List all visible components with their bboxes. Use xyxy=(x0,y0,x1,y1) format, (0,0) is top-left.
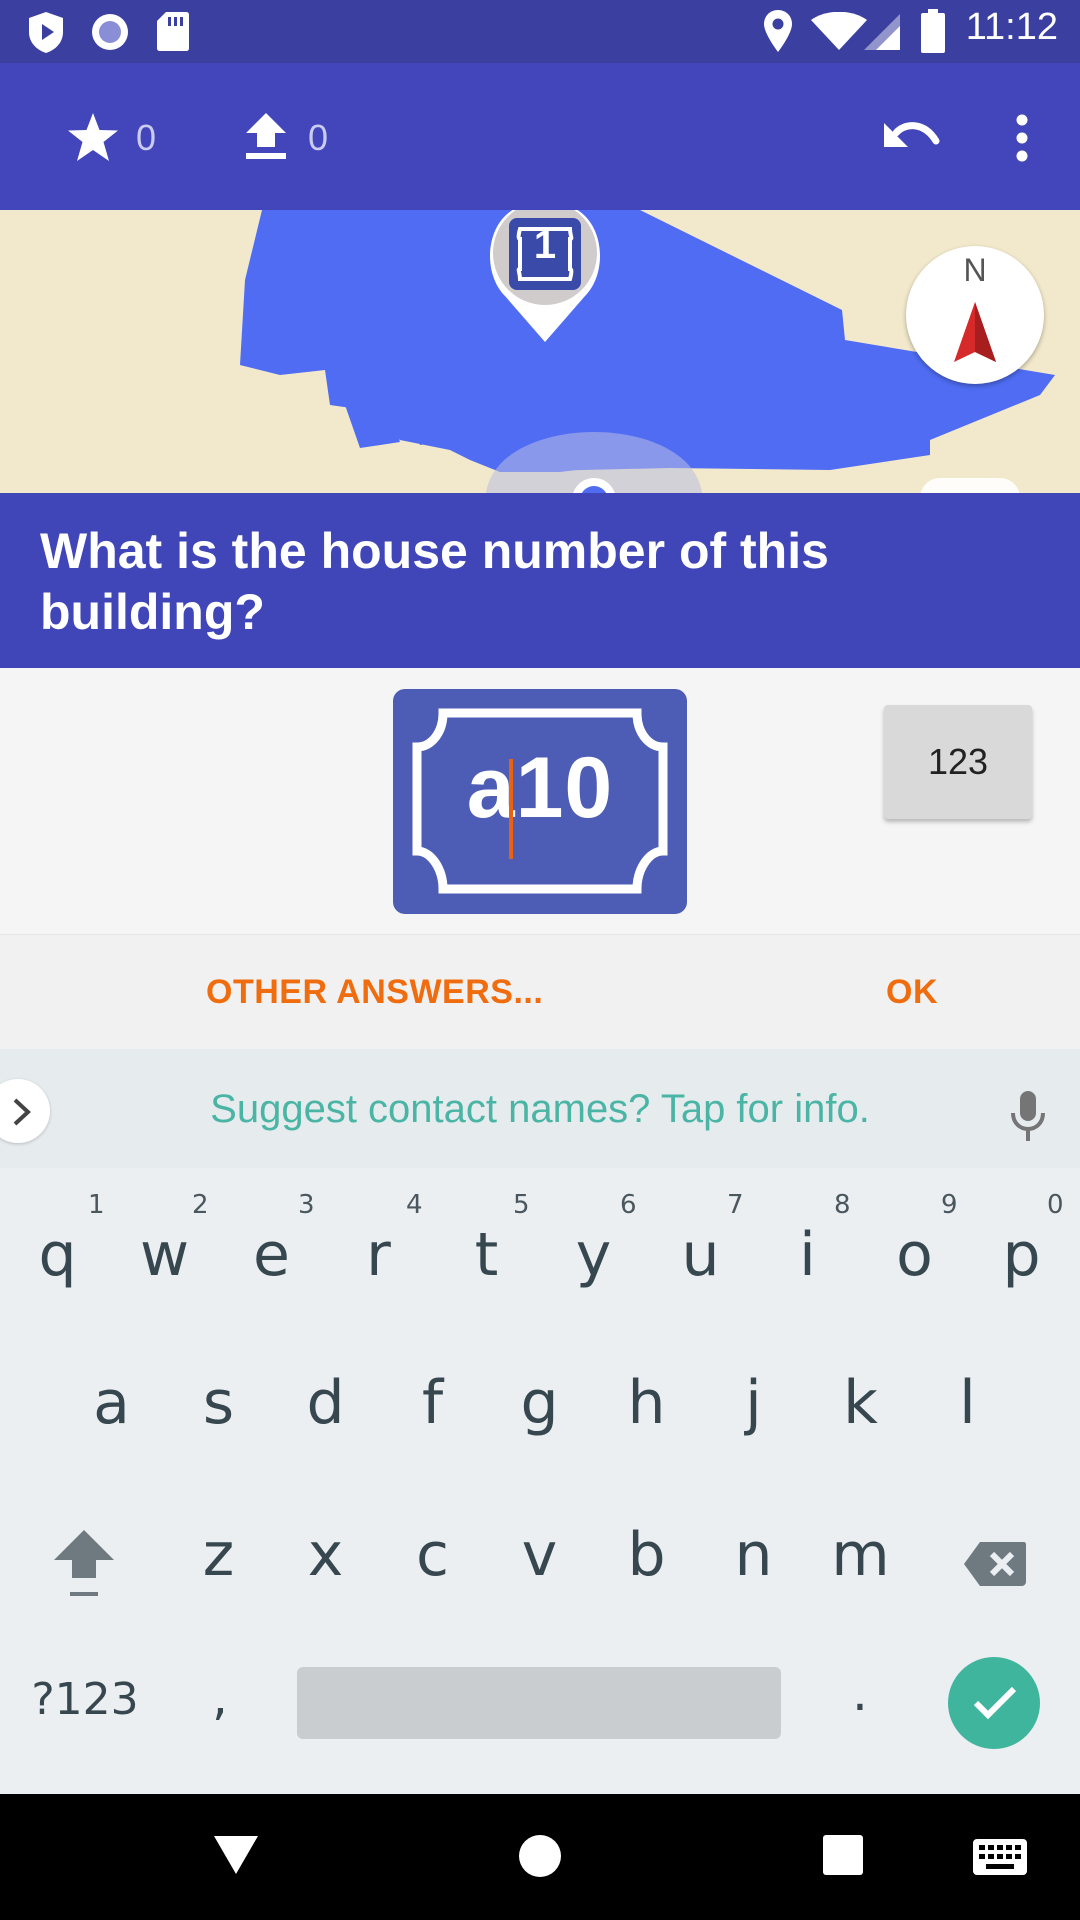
key-n[interactable]: n xyxy=(700,1520,807,1590)
stars-count: 0 xyxy=(136,117,157,158)
toolbar: 0 0 xyxy=(0,63,1080,210)
key-r[interactable]: r xyxy=(325,1220,432,1290)
key-a[interactable]: a xyxy=(58,1368,165,1438)
map-view[interactable]: 1 N xyxy=(0,210,1080,493)
key-k[interactable]: k xyxy=(807,1368,914,1438)
checkmark-icon xyxy=(973,1686,1017,1720)
period-key[interactable]: . xyxy=(820,1664,900,1722)
star-icon xyxy=(68,113,118,161)
key-hint-0: 0 xyxy=(1047,1190,1064,1220)
quest-marker-label: 1 xyxy=(533,223,557,267)
key-u[interactable]: u xyxy=(647,1220,754,1290)
shift-arrow-icon xyxy=(54,1530,114,1596)
ok-button[interactable]: OK xyxy=(886,973,938,1012)
status-time: 11:12 xyxy=(965,6,1058,48)
undo-icon[interactable] xyxy=(882,117,940,157)
quest-marker[interactable]: 1 xyxy=(480,210,610,346)
key-t[interactable]: t xyxy=(433,1220,540,1290)
key-hint-2: 2 xyxy=(192,1190,209,1220)
key-s[interactable]: s xyxy=(165,1368,272,1438)
key-w[interactable]: w xyxy=(111,1220,218,1290)
key-hint-4: 4 xyxy=(406,1190,423,1220)
compass-needle-icon xyxy=(954,302,996,362)
circle-record-icon xyxy=(92,14,128,50)
house-number-input[interactable]: a10 xyxy=(393,689,687,914)
compass-button[interactable]: N xyxy=(906,246,1044,384)
status-bar: 11:12 xyxy=(0,0,1080,63)
stars-counter-button[interactable]: 0 xyxy=(60,103,180,173)
enter-key[interactable] xyxy=(948,1657,1040,1749)
keyboard-suggestion-strip: Suggest contact names? Tap for info. xyxy=(0,1049,1080,1169)
symbols-key[interactable]: ?123 xyxy=(20,1674,150,1725)
other-answers-button[interactable]: OTHER ANSWERS... xyxy=(206,973,543,1012)
key-c[interactable]: c xyxy=(379,1520,486,1590)
recents-icon[interactable] xyxy=(822,1834,864,1876)
compass-north-label: N xyxy=(963,252,987,288)
upload-icon xyxy=(246,113,286,159)
uploads-count: 0 xyxy=(308,117,329,158)
contact-suggestion-prompt[interactable]: Suggest contact names? Tap for info. xyxy=(0,1087,1080,1132)
house-number-value: a10 xyxy=(466,740,614,836)
location-icon xyxy=(764,10,792,52)
home-icon[interactable] xyxy=(518,1834,562,1878)
keyboard-switch-icon[interactable] xyxy=(972,1838,1028,1876)
quest-question-header: What is the house number of this buildin… xyxy=(0,493,1080,668)
backspace-icon xyxy=(964,1542,1026,1586)
key-hint-7: 7 xyxy=(727,1190,744,1220)
key-z[interactable]: z xyxy=(165,1520,272,1590)
key-hint-6: 6 xyxy=(620,1190,637,1220)
key-v[interactable]: v xyxy=(486,1520,593,1590)
key-f[interactable]: f xyxy=(379,1368,486,1438)
key-e[interactable]: e xyxy=(218,1220,325,1290)
text-cursor xyxy=(509,759,513,859)
key-hint-5: 5 xyxy=(513,1190,530,1220)
shift-key[interactable] xyxy=(30,1506,140,1616)
wifi-icon xyxy=(811,12,867,50)
microphone-icon[interactable] xyxy=(1008,1089,1048,1145)
navigation-bar xyxy=(0,1794,1080,1920)
comma-key[interactable]: , xyxy=(180,1668,260,1726)
key-q[interactable]: q xyxy=(4,1220,111,1290)
backspace-key[interactable] xyxy=(944,1514,1054,1614)
battery-icon xyxy=(921,9,945,53)
key-h[interactable]: h xyxy=(593,1368,700,1438)
back-icon[interactable] xyxy=(212,1834,260,1876)
key-i[interactable]: i xyxy=(754,1220,861,1290)
soft-keyboard: q w e r t y u i o p 1 2 3 4 5 6 7 8 9 0 … xyxy=(0,1168,1080,1794)
key-g[interactable]: g xyxy=(486,1368,593,1438)
key-y[interactable]: y xyxy=(540,1220,647,1290)
shield-play-icon xyxy=(29,12,63,53)
key-l[interactable]: l xyxy=(914,1368,1021,1438)
key-p[interactable]: p xyxy=(968,1220,1075,1290)
key-hint-1: 1 xyxy=(88,1190,105,1220)
key-o[interactable]: o xyxy=(861,1220,968,1290)
numeric-keyboard-toggle-button[interactable]: 123 xyxy=(884,705,1032,819)
map-button-partial[interactable] xyxy=(920,478,1020,493)
key-hint-3: 3 xyxy=(298,1190,315,1220)
answer-panel: a10 123 xyxy=(0,668,1080,934)
question-text: What is the house number of this buildin… xyxy=(40,523,829,640)
key-j[interactable]: j xyxy=(700,1368,807,1438)
location-accuracy-circle xyxy=(486,432,702,493)
signal-icon xyxy=(864,14,900,50)
key-hint-9: 9 xyxy=(941,1190,958,1220)
space-key[interactable] xyxy=(297,1667,781,1739)
uploads-counter-button[interactable]: 0 xyxy=(236,103,356,173)
sd-card-icon xyxy=(157,12,189,51)
key-m[interactable]: m xyxy=(807,1520,914,1590)
key-d[interactable]: d xyxy=(272,1368,379,1438)
key-b[interactable]: b xyxy=(593,1520,700,1590)
key-x[interactable]: x xyxy=(272,1520,379,1590)
more-vert-icon[interactable] xyxy=(1010,113,1034,163)
key-hint-8: 8 xyxy=(834,1190,851,1220)
answer-actions: OTHER ANSWERS... OK xyxy=(0,934,1080,1050)
